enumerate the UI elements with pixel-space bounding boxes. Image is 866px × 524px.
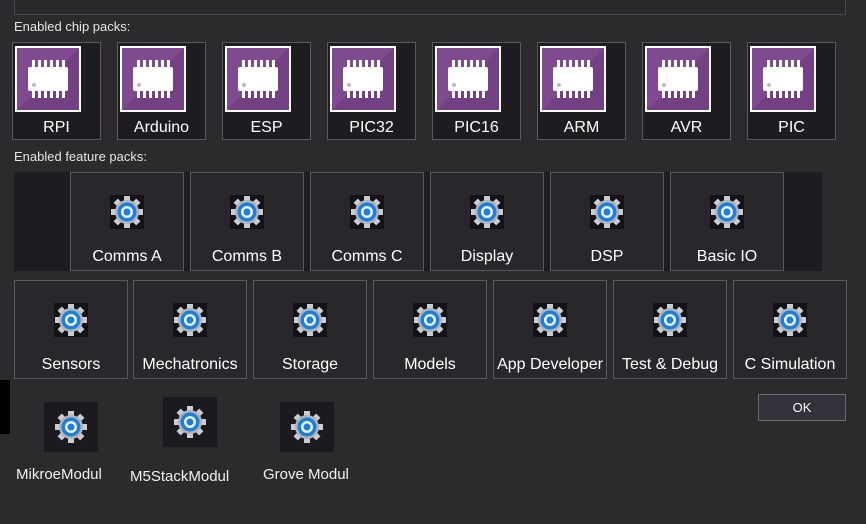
gear-icon bbox=[773, 303, 807, 337]
gear-icon bbox=[413, 303, 447, 337]
gear-icon bbox=[293, 303, 327, 337]
feature-pack-storage[interactable]: Storage bbox=[253, 280, 367, 379]
grove-module-gear-icon[interactable] bbox=[280, 402, 334, 452]
feature-pack-label: C Simulation bbox=[744, 356, 836, 373]
chip-icon bbox=[15, 46, 81, 112]
chip-icon bbox=[225, 46, 291, 112]
gear-icon bbox=[350, 195, 384, 229]
feature-pack-comms-c[interactable]: Comms C bbox=[310, 172, 424, 271]
chip-icon bbox=[540, 46, 606, 112]
feature-pack-display[interactable]: Display bbox=[430, 172, 544, 271]
gear-icon bbox=[710, 195, 744, 229]
feature-pack-label: Comms B bbox=[211, 248, 283, 265]
feature-pack-c-simulation[interactable]: C Simulation bbox=[733, 280, 847, 379]
chip-pack-rpi[interactable]: RPI bbox=[12, 42, 101, 140]
feature-pack-mechatronics[interactable]: Mechatronics bbox=[133, 280, 247, 379]
feature-pack-label: Models bbox=[404, 356, 456, 373]
feature-pack-dsp[interactable]: DSP bbox=[550, 172, 664, 271]
chip-icon bbox=[645, 46, 711, 112]
chip-pack-label: ARM bbox=[563, 119, 600, 136]
feature-pack-comms-a[interactable]: Comms A bbox=[70, 172, 184, 271]
gear-icon bbox=[653, 303, 687, 337]
chip-icon bbox=[435, 46, 501, 112]
m5stack-module-label[interactable]: M5StackModul bbox=[130, 468, 229, 485]
feature-pack-label: DSP bbox=[590, 248, 624, 265]
feature-pack-basic-io[interactable]: Basic IO bbox=[670, 172, 784, 271]
feature-pack-label: Comms A bbox=[92, 248, 162, 265]
chip-pack-arm[interactable]: ARM bbox=[537, 42, 626, 140]
gear-icon bbox=[533, 303, 567, 337]
feature-pack-label: Display bbox=[460, 248, 514, 265]
feature-pack-label: Comms C bbox=[331, 248, 403, 265]
chip-pack-avr[interactable]: AVR bbox=[642, 42, 731, 140]
chip-pack-esp[interactable]: ESP bbox=[222, 42, 311, 140]
feature-pack-label: Test & Debug bbox=[621, 356, 719, 373]
feature-pack-models[interactable]: Models bbox=[373, 280, 487, 379]
chip-pack-pic32[interactable]: PIC32 bbox=[327, 42, 416, 140]
gear-icon bbox=[470, 195, 504, 229]
feature-pack-label: Sensors bbox=[41, 356, 101, 373]
feature-pack-label: App Developer bbox=[497, 356, 603, 373]
chip-icon bbox=[330, 46, 396, 112]
chip-pack-arduino[interactable]: Arduino bbox=[117, 42, 206, 140]
feature-packs-heading: Enabled feature packs: bbox=[14, 149, 147, 164]
gear-icon bbox=[110, 195, 144, 229]
feature-pack-comms-b[interactable]: Comms B bbox=[190, 172, 304, 271]
feature-pack-label: Mechatronics bbox=[142, 356, 238, 373]
gear-icon bbox=[230, 195, 264, 229]
chip-icon bbox=[120, 46, 186, 112]
chip-pack-label: PIC16 bbox=[454, 119, 499, 136]
gear-icon bbox=[54, 303, 88, 337]
feature-pack-sensors[interactable]: Sensors bbox=[14, 280, 128, 379]
gear-icon bbox=[590, 195, 624, 229]
mikroe-module-gear-icon[interactable] bbox=[44, 402, 98, 452]
gear-icon bbox=[173, 303, 207, 337]
chip-icon bbox=[750, 46, 816, 112]
grove-module-label[interactable]: Grove Modul bbox=[263, 466, 349, 483]
feature-pack-label: Basic IO bbox=[696, 248, 758, 265]
chip-pack-label: PIC bbox=[778, 119, 805, 136]
feature-pack-label: Storage bbox=[281, 356, 339, 373]
ok-button[interactable]: OK bbox=[758, 394, 846, 421]
chip-pack-label: AVR bbox=[670, 119, 703, 136]
feature-pack-test-debug[interactable]: Test & Debug bbox=[613, 280, 727, 379]
chip-pack-label: Arduino bbox=[133, 119, 190, 136]
left-edge-strip bbox=[0, 380, 10, 434]
top-panel-edge bbox=[14, 0, 846, 15]
chip-packs-heading: Enabled chip packs: bbox=[14, 19, 131, 34]
chip-pack-label: RPI bbox=[43, 119, 70, 136]
chip-pack-label: PIC32 bbox=[349, 119, 394, 136]
chip-pack-pic16[interactable]: PIC16 bbox=[432, 42, 521, 140]
chip-pack-pic[interactable]: PIC bbox=[747, 42, 836, 140]
mikroe-module-label[interactable]: MikroeModul bbox=[16, 466, 102, 483]
chip-pack-label: ESP bbox=[250, 119, 283, 136]
m5stack-module-gear-icon[interactable] bbox=[163, 397, 217, 447]
feature-pack-app-developer[interactable]: App Developer bbox=[493, 280, 607, 379]
